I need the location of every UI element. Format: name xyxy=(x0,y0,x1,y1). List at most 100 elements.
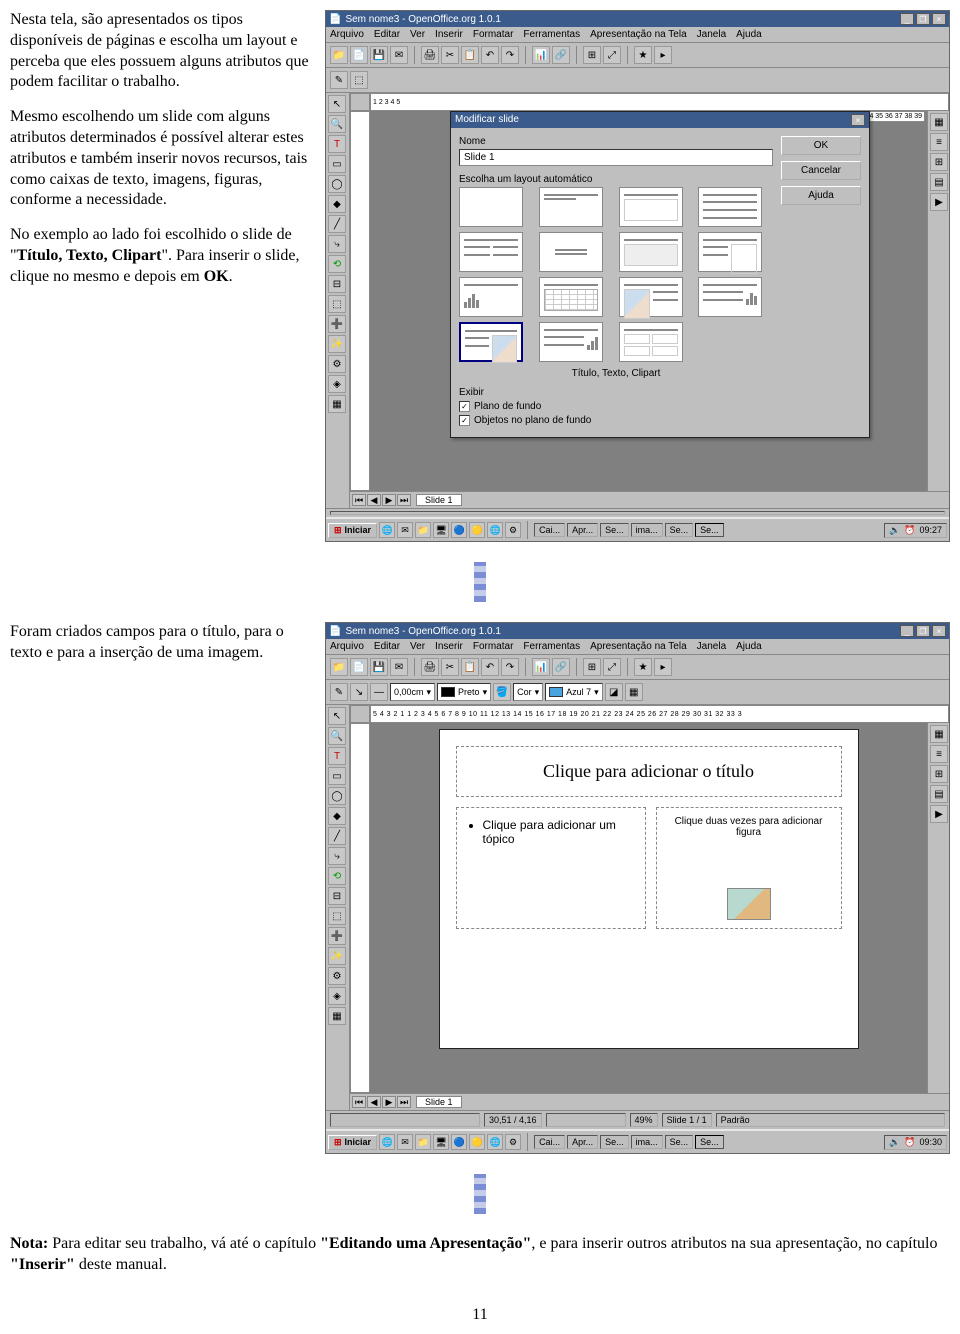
layout-obj[interactable] xyxy=(619,232,683,272)
layout-text-text-chart[interactable] xyxy=(539,322,603,362)
tool-button[interactable]: ✂ xyxy=(441,658,459,676)
menu-ajuda[interactable]: Ajuda xyxy=(736,29,762,40)
start-button[interactable]: ⊞Iniciar xyxy=(328,1135,377,1150)
ellipse-tool[interactable]: ◯ xyxy=(328,175,346,193)
fill-icon[interactable]: 🪣 xyxy=(493,683,511,701)
layout-table[interactable] xyxy=(539,277,603,317)
slide-canvas[interactable]: Clique para adicionar o título Clique pa… xyxy=(370,723,927,1093)
view-button[interactable]: ▤ xyxy=(930,173,948,191)
zoom-tool[interactable]: 🔍 xyxy=(328,115,346,133)
maximize-button[interactable]: ❐ xyxy=(916,625,930,637)
menu-apresentacao[interactable]: Apresentação na Tela xyxy=(590,29,687,40)
tab-prev[interactable]: ◀ xyxy=(367,494,381,506)
layout-clipart-text[interactable] xyxy=(619,277,683,317)
view-button[interactable]: ▦ xyxy=(930,113,948,131)
minimize-button[interactable]: _ xyxy=(900,625,914,637)
menu-ferramentas[interactable]: Ferramentas xyxy=(523,641,580,652)
shape-tool[interactable]: ◆ xyxy=(328,807,346,825)
quicklaunch-icon[interactable]: 🖥 xyxy=(433,522,449,538)
line-tool[interactable]: ╱ xyxy=(328,215,346,233)
layout-blank[interactable] xyxy=(459,187,523,227)
task-item[interactable]: Cai... xyxy=(534,1135,565,1149)
tool-button[interactable]: ↷ xyxy=(501,658,519,676)
dialog-close-button[interactable]: × xyxy=(851,114,865,126)
tray-icon[interactable]: ⏰ xyxy=(904,1137,915,1148)
menu-janela[interactable]: Janela xyxy=(697,641,726,652)
arrow-tool[interactable]: ↖ xyxy=(328,95,346,113)
task-item[interactable]: Cai... xyxy=(534,523,565,537)
layout-title-content[interactable] xyxy=(698,187,762,227)
tray-icon[interactable]: 🔊 xyxy=(889,525,900,536)
line-width-combo[interactable]: 0,00cm▾ xyxy=(390,683,435,701)
quicklaunch-icon[interactable]: 🟡 xyxy=(469,1134,485,1150)
effect-tool[interactable]: ✨ xyxy=(328,335,346,353)
task-item[interactable]: Se... xyxy=(665,1135,694,1149)
quicklaunch-icon[interactable]: 📁 xyxy=(415,522,431,538)
menu-formatar[interactable]: Formatar xyxy=(473,641,514,652)
line-color-combo[interactable]: Preto▾ xyxy=(437,683,491,701)
layout-text-obj[interactable] xyxy=(698,232,762,272)
task-item[interactable]: ima... xyxy=(631,523,663,537)
tool-button[interactable]: 📁 xyxy=(330,658,348,676)
tool-button[interactable]: ⤢ xyxy=(603,658,621,676)
3d-tool[interactable]: ◈ xyxy=(328,987,346,1005)
quicklaunch-icon[interactable]: ⚙ xyxy=(505,522,521,538)
quicklaunch-icon[interactable]: 🖥 xyxy=(433,1134,449,1150)
rect-tool[interactable]: ▭ xyxy=(328,155,346,173)
arrow-icon[interactable]: ↘ xyxy=(350,683,368,701)
align-tool[interactable]: ⊟ xyxy=(328,275,346,293)
quicklaunch-icon[interactable]: 🌐 xyxy=(487,1134,503,1150)
shape-tool[interactable]: ◆ xyxy=(328,195,346,213)
tool-button[interactable]: ⊞ xyxy=(583,46,601,64)
menu-ver[interactable]: Ver xyxy=(410,29,425,40)
layout-two-content[interactable] xyxy=(459,232,523,272)
task-item[interactable]: Se... xyxy=(695,523,724,537)
rotate-tool[interactable]: ⟲ xyxy=(328,255,346,273)
tool-button[interactable]: ✉ xyxy=(390,46,408,64)
tab-last[interactable]: ⏭ xyxy=(397,494,411,506)
line-tool[interactable]: ╱ xyxy=(328,827,346,845)
tool-button[interactable]: 📁 xyxy=(330,46,348,64)
view-button[interactable]: ⊞ xyxy=(930,153,948,171)
quicklaunch-icon[interactable]: 🔵 xyxy=(451,522,467,538)
tool-button[interactable]: ▸ xyxy=(654,658,672,676)
tool-button[interactable]: 💾 xyxy=(370,658,388,676)
layout-four[interactable] xyxy=(619,322,683,362)
ellipse-tool[interactable]: ◯ xyxy=(328,787,346,805)
tool-button[interactable]: 📋 xyxy=(461,46,479,64)
task-item[interactable]: Apr... xyxy=(567,1135,598,1149)
3d-tool[interactable]: ◈ xyxy=(328,375,346,393)
line-style[interactable]: — xyxy=(370,683,388,701)
tool-button[interactable]: 📄 xyxy=(350,46,368,64)
insert-tool[interactable]: ➕ xyxy=(328,315,346,333)
view-button[interactable]: ▶ xyxy=(930,805,948,823)
layout-chart[interactable] xyxy=(459,277,523,317)
tool-button[interactable]: 🖨 xyxy=(421,46,439,64)
menu-ajuda[interactable]: Ajuda xyxy=(736,641,762,652)
slide-tool[interactable]: ▦ xyxy=(328,395,346,413)
ok-button[interactable]: OK xyxy=(781,136,861,155)
arrow-tool[interactable]: ↖ xyxy=(328,707,346,725)
text-tool[interactable]: T xyxy=(328,747,346,765)
tool-button[interactable]: ✎ xyxy=(330,683,348,701)
insert-tool[interactable]: ➕ xyxy=(328,927,346,945)
status-zoom[interactable]: 49% xyxy=(630,1113,658,1127)
quicklaunch-icon[interactable]: ✉ xyxy=(397,522,413,538)
text-placeholder[interactable]: Clique para adicionar um tópico xyxy=(456,807,646,929)
tab-next[interactable]: ▶ xyxy=(382,1096,396,1108)
quicklaunch-icon[interactable]: 🌐 xyxy=(379,1134,395,1150)
tool-button[interactable]: ↶ xyxy=(481,658,499,676)
tool-button[interactable]: ↷ xyxy=(501,46,519,64)
quicklaunch-icon[interactable]: 🔵 xyxy=(451,1134,467,1150)
arrange-tool[interactable]: ⬚ xyxy=(328,295,346,313)
menu-arquivo[interactable]: Arquivo xyxy=(330,641,364,652)
tab-last[interactable]: ⏭ xyxy=(397,1096,411,1108)
connector-tool[interactable]: ⤷ xyxy=(328,235,346,253)
task-item[interactable]: ima... xyxy=(631,1135,663,1149)
tool-button[interactable]: 📊 xyxy=(532,46,550,64)
quicklaunch-icon[interactable]: ⚙ xyxy=(505,1134,521,1150)
tool-button[interactable]: ▦ xyxy=(625,683,643,701)
task-item[interactable]: Se... xyxy=(665,523,694,537)
fill-type-combo[interactable]: Cor▾ xyxy=(513,683,543,701)
task-item[interactable]: Se... xyxy=(600,1135,629,1149)
